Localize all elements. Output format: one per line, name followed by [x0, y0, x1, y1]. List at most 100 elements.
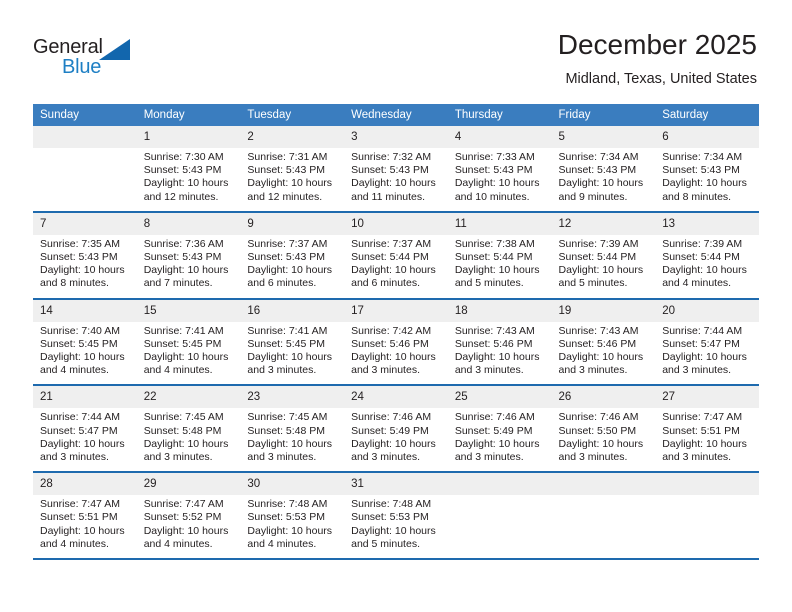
- calendar-day-cell[interactable]: 29 Sunrise: 7:47 AM Sunset: 5:52 PM Dayligh…: [136, 471, 241, 559]
- weekday-header-wednesday: Wednesday: [344, 104, 448, 126]
- calendar-day-cell[interactable]: 4 Sunrise: 7:33 AM Sunset: 5:43 PM Daylight…: [447, 126, 552, 212]
- day-details: Sunrise: 7:44 AM Sunset: 5:47 PM Daylight:…: [655, 322, 759, 385]
- day-detail-line: and 12 minutes.: [247, 190, 323, 203]
- day-number: [655, 473, 759, 496]
- day-detail-line: Daylight: 10 hours: [247, 524, 333, 537]
- day-detail-line: Sunset: 5:48 PM: [143, 424, 222, 437]
- day-number: 31: [344, 473, 448, 496]
- day-number: 9: [240, 212, 345, 235]
- calendar-day-cell[interactable]: 3 Sunrise: 7:32 AM Sunset: 5:43 PM Daylight…: [344, 126, 448, 212]
- day-detail-line: Sunset: 5:45 PM: [143, 337, 222, 350]
- calendar-day-cell[interactable]: 30 Sunrise: 7:48 AM Sunset: 5:53 PM Dayligh…: [240, 471, 345, 559]
- calendar-day-cell[interactable]: 11 Sunrise: 7:38 AM Sunset: 5:44 PM Dayligh…: [447, 210, 552, 299]
- weekday-header-saturday: Saturday: [655, 104, 759, 126]
- day-details: Sunrise: 7:45 AM Sunset: 5:48 PM Daylight:…: [240, 408, 344, 471]
- calendar-day-cell[interactable]: 5 Sunrise: 7:34 AM Sunset: 5:43 PM Daylight…: [551, 126, 656, 212]
- day-detail-line: Daylight: 10 hours: [351, 351, 436, 364]
- day-number: 21: [33, 386, 137, 409]
- day-detail-line: Daylight: 10 hours: [143, 524, 229, 537]
- day-details: Sunrise: 7:47 AM Sunset: 5:52 PM Daylight:…: [137, 495, 241, 558]
- calendar-empty-cell: [655, 471, 759, 559]
- day-detail-line: Sunrise: 7:46 AM: [558, 411, 639, 424]
- calendar-day-cell[interactable]: 26 Sunrise: 7:46 AM Sunset: 5:50 PM Dayligh…: [551, 384, 656, 473]
- day-details: Sunrise: 7:33 AM Sunset: 5:43 PM Daylight:…: [448, 148, 552, 211]
- calendar-day-cell[interactable]: 17 Sunrise: 7:42 AM Sunset: 5:46 PM Dayligh…: [344, 297, 448, 386]
- weekday-header-tuesday: Tuesday: [240, 104, 345, 126]
- day-number: 20: [655, 299, 759, 322]
- day-details: [33, 148, 137, 211]
- day-number: [33, 126, 137, 148]
- day-details: Sunrise: 7:46 AM Sunset: 5:50 PM Daylight:…: [552, 408, 656, 471]
- day-details: Sunrise: 7:46 AM Sunset: 5:49 PM Daylight:…: [344, 408, 448, 471]
- day-number: 24: [344, 386, 448, 409]
- day-number: 17: [344, 299, 448, 322]
- day-number: 19: [551, 299, 656, 322]
- calendar-day-cell[interactable]: 9 Sunrise: 7:37 AM Sunset: 5:43 PM Daylight…: [240, 210, 345, 299]
- calendar-day-cell[interactable]: 10 Sunrise: 7:37 AM Sunset: 5:44 PM Dayligh…: [344, 210, 448, 299]
- day-detail-line: Sunset: 5:50 PM: [558, 424, 637, 437]
- calendar-day-cell[interactable]: 25 Sunrise: 7:46 AM Sunset: 5:49 PM Dayligh…: [447, 384, 552, 473]
- calendar-day-cell[interactable]: 15 Sunrise: 7:41 AM Sunset: 5:45 PM Dayligh…: [136, 297, 241, 386]
- day-detail-line: Sunset: 5:43 PM: [662, 164, 740, 177]
- day-detail-line: and 3 minutes.: [351, 364, 420, 377]
- day-detail-line: Sunrise: 7:34 AM: [558, 151, 639, 163]
- day-detail-line: and 5 minutes.: [558, 277, 628, 290]
- day-detail-line: Sunrise: 7:38 AM: [454, 237, 535, 250]
- day-detail-line: Sunset: 5:51 PM: [40, 511, 118, 524]
- calendar-day-cell[interactable]: 6 Sunrise: 7:34 AM Sunset: 5:43 PM Daylight…: [655, 126, 759, 212]
- calendar-day-cell[interactable]: 14 Sunrise: 7:40 AM Sunset: 5:45 PM Dayligh…: [33, 297, 137, 386]
- calendar-week-row: 7 Sunrise: 7:35 AM Sunset: 5:43 PM Daylight…: [33, 210, 759, 299]
- day-number: 23: [240, 386, 345, 409]
- day-number: 27: [655, 386, 759, 409]
- calendar-day-cell[interactable]: 28 Sunrise: 7:47 AM Sunset: 5:51 PM Dayligh…: [33, 471, 137, 559]
- day-detail-line: Sunrise: 7:30 AM: [143, 151, 224, 163]
- calendar-empty-cell: [551, 471, 656, 559]
- day-details: [552, 495, 656, 558]
- day-detail-line: Daylight: 10 hours: [662, 351, 747, 364]
- calendar-day-cell[interactable]: 24 Sunrise: 7:46 AM Sunset: 5:49 PM Dayligh…: [344, 384, 448, 473]
- day-detail-line: Sunset: 5:43 PM: [454, 164, 533, 177]
- calendar-week-row: 21 Sunrise: 7:44 AM Sunset: 5:47 PM Dayligh…: [33, 384, 759, 473]
- calendar-day-cell[interactable]: 1 Sunrise: 7:30 AM Sunset: 5:43 PM Daylight…: [136, 126, 241, 212]
- weekday-header-row: Sunday Monday Tuesday Wednesday Thursday Frid…: [33, 104, 759, 126]
- calendar-day-cell[interactable]: 27 Sunrise: 7:47 AM Sunset: 5:51 PM Dayligh…: [655, 384, 759, 473]
- calendar-page: General Blue December 2025 Midland, Texa…: [0, 0, 792, 612]
- calendar-day-cell[interactable]: 18 Sunrise: 7:43 AM Sunset: 5:46 PM Dayligh…: [447, 297, 552, 386]
- calendar-day-cell[interactable]: 2 Sunrise: 7:31 AM Sunset: 5:43 PM Daylight…: [240, 126, 345, 212]
- calendar-bottom-rule: [33, 558, 759, 560]
- day-detail-line: Sunrise: 7:35 AM: [40, 237, 120, 250]
- day-details: Sunrise: 7:37 AM Sunset: 5:43 PM Daylight:…: [240, 235, 344, 298]
- day-details: Sunrise: 7:34 AM Sunset: 5:43 PM Daylight:…: [552, 148, 656, 211]
- calendar-day-cell[interactable]: 22 Sunrise: 7:45 AM Sunset: 5:48 PM Dayligh…: [136, 384, 241, 473]
- day-detail-line: Daylight: 10 hours: [40, 437, 125, 450]
- calendar-day-cell[interactable]: 20 Sunrise: 7:44 AM Sunset: 5:47 PM Dayligh…: [655, 297, 759, 386]
- day-detail-line: Daylight: 10 hours: [40, 524, 125, 537]
- day-detail-line: Sunset: 5:52 PM: [143, 511, 222, 524]
- calendar-day-cell[interactable]: 12 Sunrise: 7:39 AM Sunset: 5:44 PM Dayligh…: [551, 210, 656, 299]
- day-detail-line: Sunset: 5:44 PM: [662, 251, 740, 264]
- calendar-day-cell[interactable]: 23 Sunrise: 7:45 AM Sunset: 5:48 PM Dayligh…: [240, 384, 345, 473]
- day-detail-line: and 12 minutes.: [143, 190, 219, 203]
- logo-triangle-icon: [99, 39, 130, 60]
- calendar-day-cell[interactable]: 21 Sunrise: 7:44 AM Sunset: 5:47 PM Dayligh…: [33, 384, 137, 473]
- day-detail-line: and 4 minutes.: [40, 364, 109, 377]
- day-detail-line: and 3 minutes.: [143, 451, 213, 464]
- day-detail-line: Sunrise: 7:39 AM: [662, 237, 743, 250]
- calendar-day-cell[interactable]: 13 Sunrise: 7:39 AM Sunset: 5:44 PM Dayligh…: [655, 210, 759, 299]
- day-detail-line: and 5 minutes.: [351, 537, 420, 550]
- day-detail-line: Sunrise: 7:45 AM: [143, 411, 224, 424]
- day-number: 12: [551, 212, 656, 235]
- day-detail-line: Sunrise: 7:43 AM: [558, 324, 639, 337]
- day-detail-line: Sunset: 5:43 PM: [143, 164, 222, 177]
- calendar-day-cell[interactable]: 16 Sunrise: 7:41 AM Sunset: 5:45 PM Dayligh…: [240, 297, 345, 386]
- day-detail-line: Sunrise: 7:48 AM: [247, 498, 328, 511]
- day-detail-line: and 3 minutes.: [662, 364, 732, 377]
- day-detail-line: Sunset: 5:43 PM: [40, 251, 118, 264]
- calendar-week-row: 1 Sunrise: 7:30 AM Sunset: 5:43 PM Daylight…: [33, 126, 759, 212]
- day-detail-line: Sunset: 5:44 PM: [351, 251, 429, 264]
- calendar-day-cell[interactable]: 7 Sunrise: 7:35 AM Sunset: 5:43 PM Daylight…: [33, 210, 137, 299]
- calendar-day-cell[interactable]: 8 Sunrise: 7:36 AM Sunset: 5:43 PM Daylight…: [136, 210, 241, 299]
- general-blue-logo[interactable]: General Blue: [33, 36, 163, 82]
- calendar-day-cell[interactable]: 19 Sunrise: 7:43 AM Sunset: 5:46 PM Dayligh…: [551, 297, 656, 386]
- calendar-day-cell[interactable]: 31 Sunrise: 7:48 AM Sunset: 5:53 PM Dayligh…: [344, 471, 448, 559]
